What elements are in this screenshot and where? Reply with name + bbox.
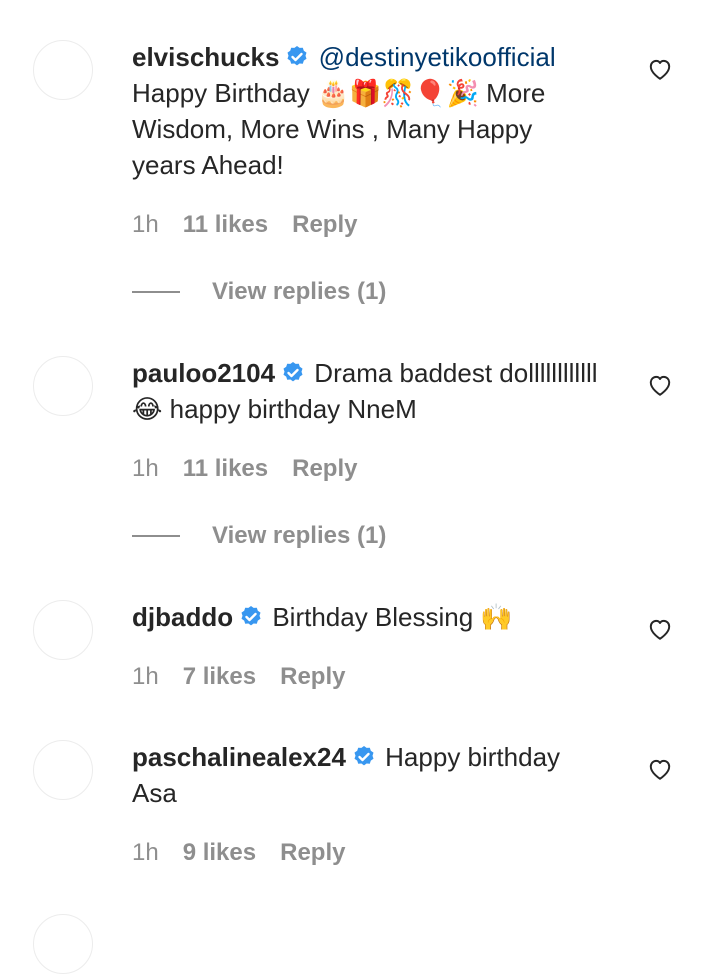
comment-username[interactable]: djbaddo: [132, 602, 233, 632]
heart-icon[interactable]: [647, 756, 673, 782]
avatar[interactable]: [33, 40, 93, 100]
comment-username[interactable]: pauloo2104: [132, 358, 275, 388]
comment-mention-link[interactable]: @destinyetikoofficial: [319, 42, 556, 72]
comment-text: Happy Birthday 🎂🎁🎊🎈🎉 More Wisdom, More W…: [132, 78, 546, 180]
comment-meta: 1h 7 likes Reply: [132, 663, 345, 691]
comment-body: djbaddo Birthday Blessing 🙌: [132, 599, 602, 635]
comment-likes[interactable]: 9 likes: [183, 839, 256, 867]
comment-meta: 1h 9 likes Reply: [132, 839, 345, 867]
comment-likes[interactable]: 11 likes: [183, 211, 268, 239]
view-replies-divider: [132, 291, 180, 293]
comment-time: 1h: [132, 211, 159, 238]
comment-username[interactable]: elvischucks: [132, 42, 279, 72]
comment-body: paschalinealex24 Happy birthday Asa: [132, 739, 602, 811]
view-replies-divider: [132, 535, 180, 537]
comment-likes[interactable]: 7 likes: [183, 663, 256, 691]
heart-icon[interactable]: [647, 372, 673, 398]
comment-likes[interactable]: 11 likes: [183, 455, 268, 483]
comment-text: Birthday Blessing 🙌: [272, 602, 513, 632]
reply-button[interactable]: Reply: [280, 663, 345, 691]
view-replies-button[interactable]: View replies (1): [132, 522, 386, 550]
avatar[interactable]: [33, 600, 93, 660]
verified-badge-icon: [354, 746, 374, 766]
avatar[interactable]: [33, 740, 93, 800]
comment-body: elvischucks @destinyetikoofficial Happy …: [132, 39, 602, 183]
comment-meta: 1h 11 likes Reply: [132, 211, 357, 239]
reply-button[interactable]: Reply: [292, 211, 357, 239]
comment-time: 1h: [132, 663, 159, 690]
reply-button[interactable]: Reply: [280, 839, 345, 867]
verified-badge-icon: [283, 362, 303, 382]
comment-meta: 1h 11 likes Reply: [132, 455, 357, 483]
view-replies-button[interactable]: View replies (1): [132, 278, 386, 306]
comment-time: 1h: [132, 839, 159, 866]
view-replies-label: View replies (1): [212, 278, 387, 305]
reply-button[interactable]: Reply: [292, 455, 357, 483]
comment-body: pauloo2104 Drama baddest dollllllllllll …: [132, 355, 602, 427]
view-replies-label: View replies (1): [212, 522, 387, 549]
avatar[interactable]: [33, 914, 93, 974]
avatar[interactable]: [33, 356, 93, 416]
verified-badge-icon: [241, 606, 261, 626]
heart-icon[interactable]: [647, 56, 673, 82]
comment-time: 1h: [132, 455, 159, 482]
comment-username[interactable]: paschalinealex24: [132, 742, 346, 772]
verified-badge-icon: [287, 46, 307, 66]
heart-icon[interactable]: [647, 616, 673, 642]
